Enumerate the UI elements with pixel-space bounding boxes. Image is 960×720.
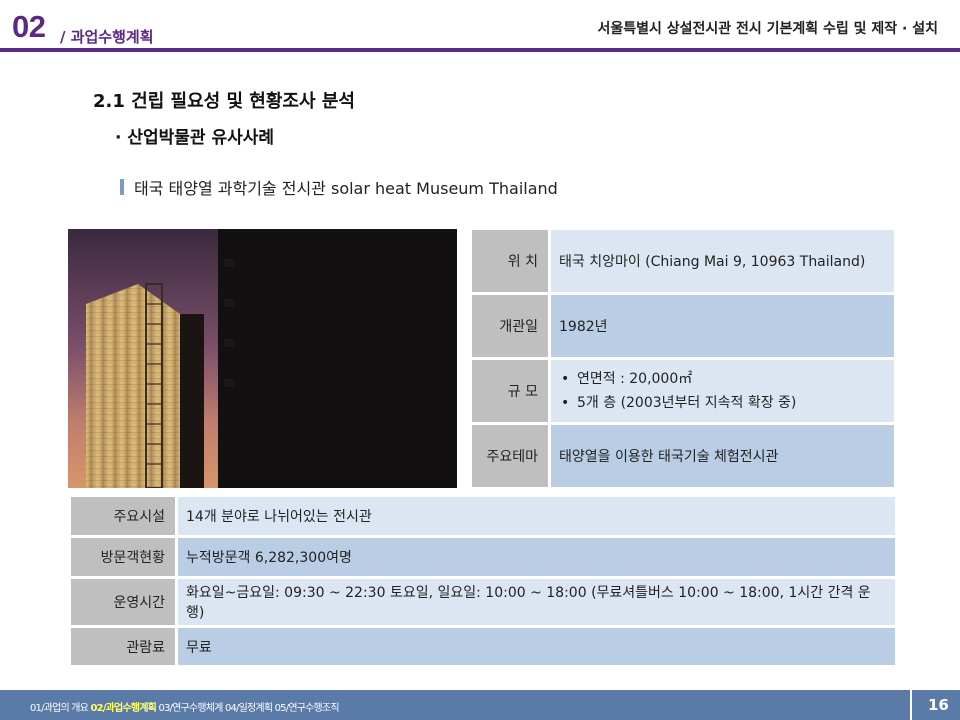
operations-table: 주요시설 14개 분야로 나뉘어있는 전시관 방문객현황 누적방문객 6,282… (68, 494, 898, 668)
hours-value: 화요일~금요일: 09:30 ~ 22:30 토요일, 일요일: 10:00 ~… (178, 579, 895, 625)
table-row: 규 모 연면적 : 20,000㎡ 5개 층 (2003년부터 지속적 확장 중… (472, 360, 894, 422)
list-item: 연면적 : 20,000㎡ (559, 367, 886, 391)
page-header: 02 / 과업수행계획 서울특별시 상설전시관 전시 기본계획 수립 및 제작 … (0, 0, 960, 52)
visitors-value: 누적방문객 6,282,300여명 (178, 538, 895, 576)
subsection-heading: · 산업박물관 유사사례 (115, 128, 275, 148)
footer-nav-item[interactable]: 01/과업의 개요 (30, 703, 89, 714)
table-row: 운영시간 화요일~금요일: 09:30 ~ 22:30 토요일, 일요일: 10… (71, 579, 895, 625)
section-heading: 2.1 건립 필요성 및 현황조사 분석 (93, 91, 355, 112)
section-number: 02 (12, 9, 46, 44)
footer-nav-item[interactable]: 04/일정계획 (225, 703, 273, 714)
visitors-label: 방문객현황 (71, 538, 175, 576)
table-row: 개관일 1982년 (472, 295, 894, 357)
facilities-label: 주요시설 (71, 497, 175, 535)
footer-nav-item-current[interactable]: 02/과업수행계획 (90, 703, 156, 714)
table-row: 위 치 태국 치앙마이 (Chiang Mai 9, 10963 Thailan… (472, 230, 894, 292)
scale-value: 연면적 : 20,000㎡ 5개 층 (2003년부터 지속적 확장 중) (551, 360, 894, 422)
location-value: 태국 치앙마이 (Chiang Mai 9, 10963 Thailand) (551, 230, 894, 292)
page-number: 16 (928, 696, 949, 714)
table-row: 관람료 무료 (71, 628, 895, 665)
location-label: 위 치 (472, 230, 548, 292)
footer-nav: 01/과업의 개요 02/과업수행계획 03/연구수행체계 04/일정계획 05… (30, 699, 340, 714)
list-item: 5개 층 (2003년부터 지속적 확장 중) (559, 391, 886, 415)
footer-divider (910, 690, 912, 720)
scale-label: 규 모 (472, 360, 548, 422)
document-title: 서울특별시 상설전시관 전시 기본계획 수립 및 제작 · 설치 (597, 21, 938, 37)
scale-list: 연면적 : 20,000㎡ 5개 층 (2003년부터 지속적 확장 중) (559, 367, 886, 415)
page-footer: 01/과업의 개요 02/과업수행계획 03/연구수행체계 04/일정계획 05… (0, 690, 960, 720)
footer-nav-item[interactable]: 03/연구수행체계 (158, 703, 223, 714)
case-title-marker (120, 179, 124, 195)
section-title: / 과업수행계획 (60, 28, 154, 46)
hours-label: 운영시간 (71, 579, 175, 625)
opened-label: 개관일 (472, 295, 548, 357)
museum-photo (68, 229, 457, 488)
table-row: 주요테마 태양열을 이용한 태국기술 체험전시관 (472, 425, 894, 487)
museum-info-table: 위 치 태국 치앙마이 (Chiang Mai 9, 10963 Thailan… (469, 227, 897, 490)
opened-value: 1982년 (551, 295, 894, 357)
theme-label: 주요테마 (472, 425, 548, 487)
table-row: 주요시설 14개 분야로 나뉘어있는 전시관 (71, 497, 895, 535)
admission-label: 관람료 (71, 628, 175, 665)
header-divider (0, 48, 960, 52)
footer-nav-item[interactable]: 05/연구수행조직 (275, 703, 340, 714)
table-row: 방문객현황 누적방문객 6,282,300여명 (71, 538, 895, 576)
admission-value: 무료 (178, 628, 895, 665)
theme-value: 태양열을 이용한 태국기술 체험전시관 (551, 425, 894, 487)
facilities-value: 14개 분야로 나뉘어있는 전시관 (178, 497, 895, 535)
case-title-text: 태국 태양열 과학기술 전시관 solar heat Museum Thaila… (134, 179, 558, 198)
case-title: 태국 태양열 과학기술 전시관 solar heat Museum Thaila… (120, 175, 558, 199)
museum-photo-graphic (68, 229, 457, 488)
